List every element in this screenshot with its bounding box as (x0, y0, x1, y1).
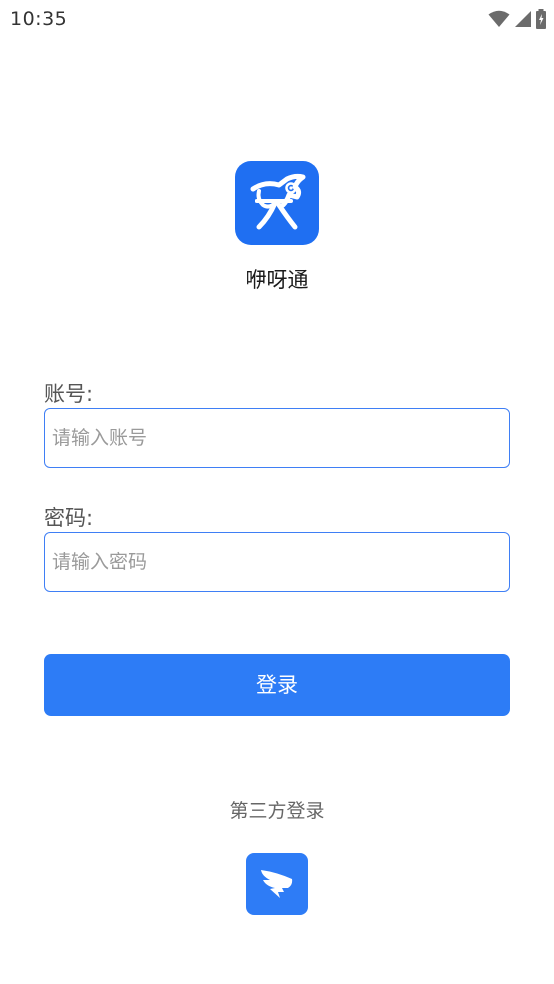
login-screen: 10:35 咿呀通 账号: 请输入账号 密码: 登录 第三方登录 (0, 0, 554, 984)
battery-charging-icon (536, 9, 546, 29)
status-bar: 10:35 (0, 0, 554, 38)
password-field[interactable] (44, 532, 510, 592)
account-input[interactable] (45, 409, 509, 467)
account-label: 账号: (44, 382, 94, 406)
password-input[interactable] (45, 533, 509, 591)
status-time: 10:35 (10, 8, 68, 30)
cellular-signal-icon (514, 10, 532, 28)
dingtalk-login-button[interactable] (246, 853, 308, 915)
app-name: 咿呀通 (245, 268, 309, 292)
app-logo-icon (235, 161, 319, 245)
wifi-icon (488, 10, 510, 28)
dingtalk-icon (261, 870, 293, 898)
status-icons (488, 9, 546, 29)
account-field[interactable] (44, 408, 510, 468)
login-button[interactable]: 登录 (44, 654, 510, 716)
third-party-login-label: 第三方登录 (229, 800, 325, 822)
password-label: 密码: (44, 506, 94, 530)
